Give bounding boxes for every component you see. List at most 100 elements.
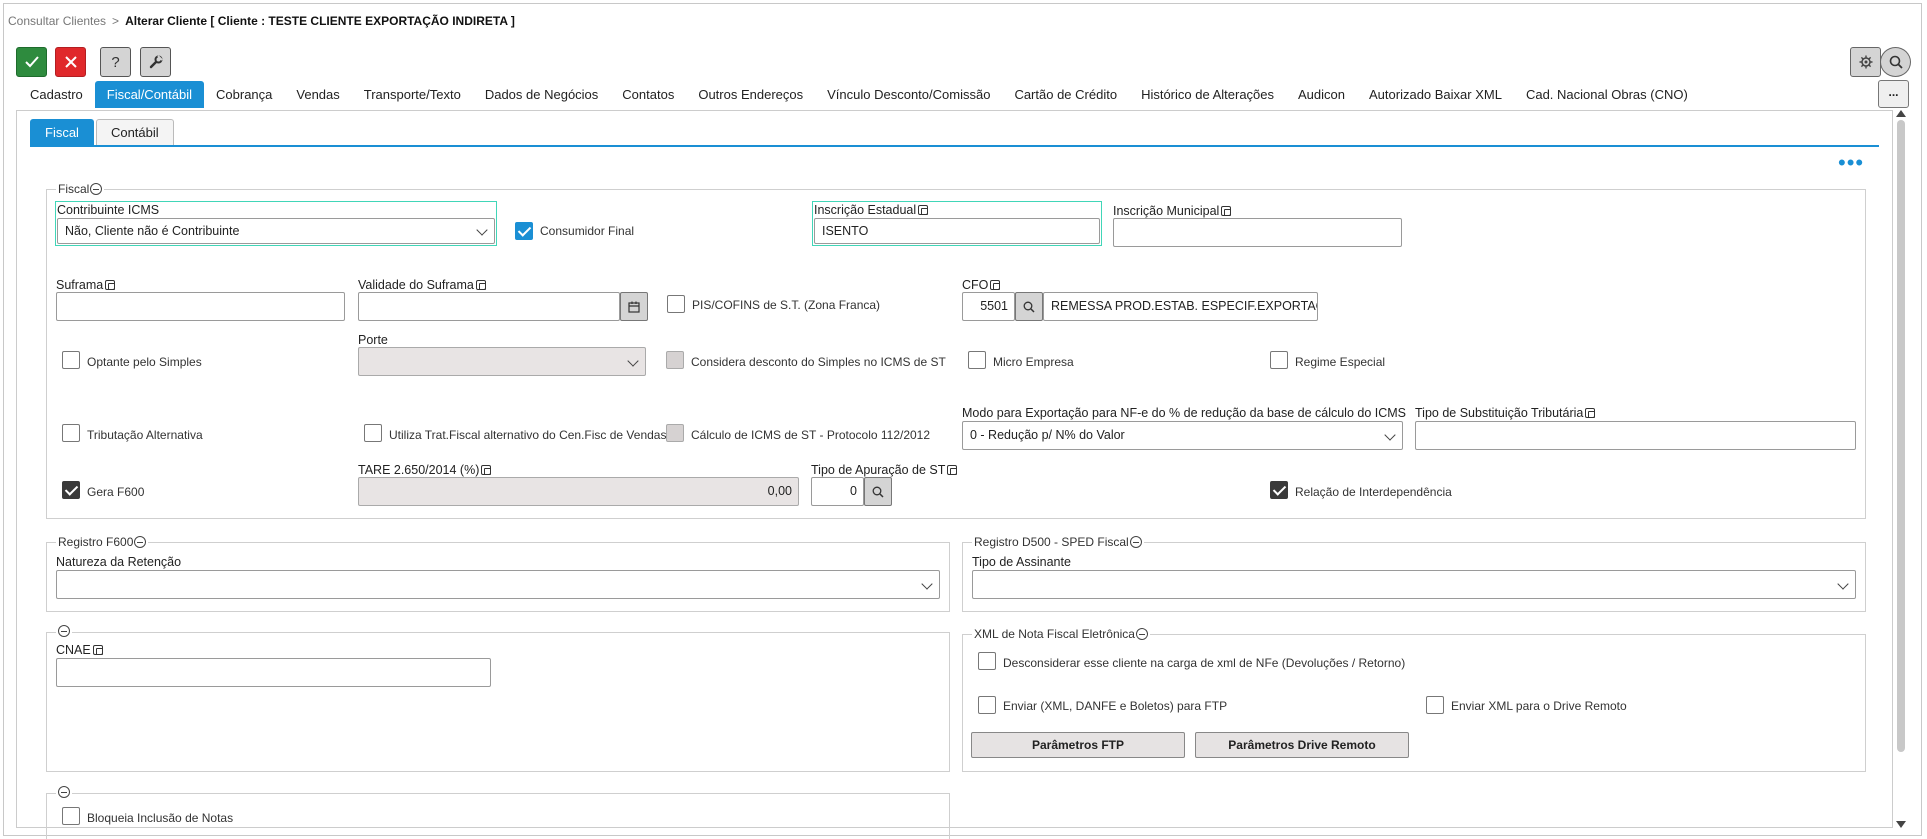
validade-suframa-label: Validade do Suframa — [358, 278, 486, 292]
considera-desconto-checkbox[interactable] — [666, 351, 684, 369]
confirm-button[interactable] — [16, 47, 47, 77]
subtab-fiscal[interactable]: Fiscal — [30, 119, 94, 145]
tab-vendas[interactable]: Vendas — [284, 81, 351, 108]
scroll-down-icon[interactable] — [1896, 821, 1906, 828]
tool-button[interactable] — [140, 47, 171, 77]
consumidor-final-label: Consumidor Final — [540, 224, 635, 238]
parametros-ftp-button[interactable]: Parâmetros FTP — [971, 732, 1185, 758]
natureza-retencao-select[interactable] — [56, 570, 940, 599]
enviar-ftp-label: Enviar (XML, DANFE e Boletos) para FTP — [1003, 699, 1228, 713]
enviar-drive-checkbox[interactable] — [1426, 696, 1444, 714]
consumidor-final-checkbox[interactable] — [515, 222, 533, 240]
registro-d500-legend: Registro D500 - SPED Fiscal — [972, 535, 1144, 549]
modo-exportacao-select[interactable]: 0 - Redução p/ N% do Valor — [962, 421, 1403, 450]
desconsiderar-checkbox[interactable] — [978, 652, 996, 670]
cfo-code-input[interactable]: 5501 — [962, 292, 1015, 321]
gera-f600-label: Gera F600 — [87, 485, 145, 499]
options-menu-icon[interactable]: ••• — [1838, 152, 1864, 174]
tab-cobranca[interactable]: Cobrança — [204, 81, 284, 108]
cfo-search-button[interactable] — [1015, 292, 1043, 321]
help-button[interactable]: ? — [100, 47, 131, 77]
copy-icon[interactable] — [1221, 206, 1232, 216]
tab-fiscal-contabil[interactable]: Fiscal/Contábil — [94, 81, 205, 108]
tab-cartao-credito[interactable]: Cartão de Crédito — [1002, 81, 1129, 108]
inscricao-estadual-input[interactable]: ISENTO — [814, 218, 1100, 244]
collapse-icon[interactable] — [134, 536, 147, 548]
breadcrumb-parent[interactable]: Consultar Clientes — [8, 14, 106, 28]
collapse-icon[interactable] — [58, 786, 70, 798]
copy-icon[interactable] — [918, 205, 929, 215]
contribuinte-select[interactable]: Não, Cliente não é Contribuinte — [57, 218, 495, 244]
more-tabs-button[interactable]: ... — [1878, 80, 1909, 108]
gera-f600-checkbox[interactable] — [62, 481, 80, 499]
copy-icon[interactable] — [1585, 408, 1596, 418]
copy-icon[interactable] — [481, 465, 492, 475]
calendar-icon — [628, 301, 640, 313]
registro-f600-legend: Registro F600 — [56, 535, 149, 549]
cancel-button[interactable] — [55, 47, 86, 77]
tab-cadastro[interactable]: Cadastro — [18, 81, 95, 108]
tipo-apuracao-input[interactable]: 0 — [811, 477, 864, 506]
collapse-icon[interactable] — [1129, 536, 1142, 548]
subtab-contabil[interactable]: Contábil — [95, 119, 174, 145]
collapse-icon[interactable] — [1135, 628, 1148, 640]
bloqueia-inclusao-checkbox[interactable] — [62, 807, 80, 825]
tributacao-alternativa-checkbox[interactable] — [62, 424, 80, 442]
cnae-input[interactable] — [56, 658, 491, 687]
scrollbar-thumb[interactable] — [1897, 120, 1905, 752]
check-icon — [24, 56, 39, 68]
calendar-button[interactable] — [620, 292, 648, 321]
copy-icon[interactable] — [990, 280, 1001, 290]
regime-especial-checkbox[interactable] — [1270, 351, 1288, 369]
wrench-icon — [149, 55, 163, 69]
validade-suframa-input[interactable] — [358, 292, 620, 321]
calculo-icms-checkbox[interactable] — [666, 424, 684, 442]
contribuinte-value: Não, Cliente não é Contribuinte — [65, 224, 240, 238]
micro-empresa-checkbox[interactable] — [968, 351, 986, 369]
vertical-scrollbar[interactable] — [1894, 110, 1908, 828]
search-icon — [872, 486, 884, 498]
collapse-icon[interactable] — [58, 625, 70, 637]
enviar-ftp-checkbox[interactable] — [978, 696, 996, 714]
scroll-up-icon[interactable] — [1896, 110, 1906, 117]
inscricao-municipal-input[interactable] — [1113, 218, 1402, 247]
chevron-down-icon — [921, 578, 933, 590]
inscricao-municipal-text: Inscrição Municipal — [1113, 204, 1220, 218]
parametros-drive-button[interactable]: Parâmetros Drive Remoto — [1195, 732, 1409, 758]
tipo-assinante-select[interactable] — [972, 570, 1856, 599]
registro-d500-legend-label: Registro D500 - SPED Fiscal — [974, 535, 1129, 549]
close-icon — [64, 56, 77, 68]
copy-icon[interactable] — [475, 280, 486, 290]
tab-cno[interactable]: Cad. Nacional Obras (CNO) — [1514, 81, 1700, 108]
notas-legend — [56, 786, 72, 798]
considera-desconto-label: Considera desconto do Simples no ICMS de… — [691, 355, 946, 369]
suframa-input[interactable] — [56, 292, 345, 321]
tipo-substituicao-input[interactable] — [1415, 421, 1856, 450]
tab-historico-alteracoes[interactable]: Histórico de Alterações — [1129, 81, 1286, 108]
copy-icon[interactable] — [947, 465, 958, 475]
tab-contatos[interactable]: Contatos — [610, 81, 686, 108]
porte-select[interactable] — [358, 347, 646, 376]
optante-simples-checkbox[interactable] — [62, 351, 80, 369]
settings-button[interactable] — [1850, 47, 1881, 77]
search-button[interactable] — [1880, 47, 1911, 77]
chevron-down-icon — [476, 224, 488, 236]
tab-transporte-texto[interactable]: Transporte/Texto — [352, 81, 473, 108]
tare-input[interactable]: 0,00 — [358, 477, 799, 506]
utiliza-trat-checkbox[interactable] — [364, 424, 382, 442]
tab-dados-negocios[interactable]: Dados de Negócios — [473, 81, 610, 108]
utiliza-trat-label: Utiliza Trat.Fiscal alternativo do Cen.F… — [389, 428, 667, 442]
tab-outros-enderecos[interactable]: Outros Endereços — [686, 81, 815, 108]
chevron-down-icon — [1837, 578, 1849, 590]
modo-exportacao-label: Modo para Exportação para NF-e do % de r… — [962, 406, 1407, 420]
tab-autorizado-xml[interactable]: Autorizado Baixar XML — [1357, 81, 1514, 108]
tipo-apuracao-text: Tipo de Apuração de ST — [811, 463, 946, 477]
tab-vinculo-desconto[interactable]: Vínculo Desconto/Comissão — [815, 81, 1002, 108]
relacao-interdependencia-checkbox[interactable] — [1270, 481, 1288, 499]
copy-icon[interactable] — [105, 280, 116, 290]
tipo-apuracao-search-button[interactable] — [864, 477, 892, 506]
collapse-icon[interactable] — [90, 183, 103, 195]
copy-icon[interactable] — [92, 645, 103, 655]
pis-cofins-checkbox[interactable] — [667, 295, 685, 313]
tab-audicon[interactable]: Audicon — [1286, 81, 1357, 108]
